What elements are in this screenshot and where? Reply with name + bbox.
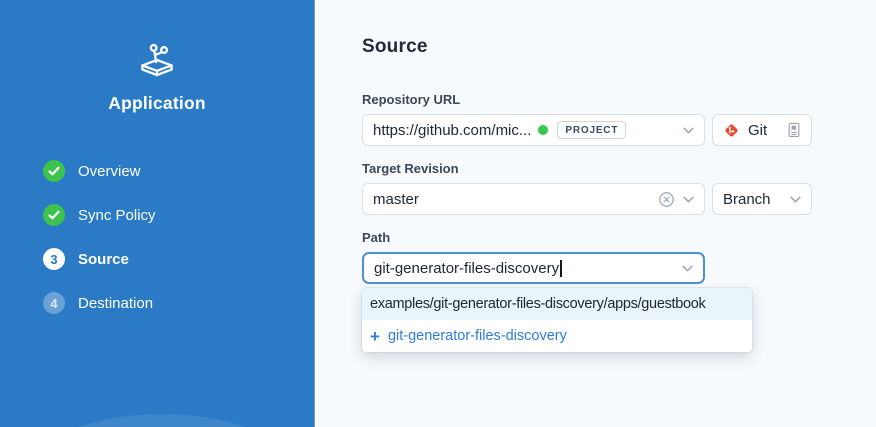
step-number-badge: 3 <box>43 248 65 270</box>
wizard-steps: Overview Sync Policy 3 Source 4 Destinat… <box>0 160 314 314</box>
step-label: Overview <box>78 163 141 180</box>
wizard-sidebar: Application Overview Sync Policy 3 Sourc… <box>0 0 315 427</box>
path-suggestion-item[interactable]: examples/git-generator-files-discovery/a… <box>362 288 752 320</box>
chevron-down-icon <box>790 196 801 203</box>
step-number-badge: 4 <box>43 292 65 314</box>
source-panel: Source Repository URL https://github.com… <box>316 0 876 427</box>
chevron-down-icon[interactable] <box>683 196 694 203</box>
repository-url-label: Repository URL <box>362 92 876 108</box>
path-autocomplete-dropdown: examples/git-generator-files-discovery/a… <box>362 288 752 352</box>
path-create-label: git-generator-files-discovery <box>388 328 567 344</box>
target-revision-group: Target Revision master Branch <box>362 161 876 215</box>
document-form-icon <box>787 122 801 138</box>
target-revision-value: master <box>373 191 419 208</box>
decorative-circle <box>22 414 302 427</box>
check-icon <box>43 160 65 182</box>
step-source[interactable]: 3 Source <box>0 248 314 270</box>
plus-icon: + <box>370 328 380 345</box>
path-label: Path <box>362 230 876 246</box>
check-icon <box>43 204 65 226</box>
text-cursor <box>560 260 562 277</box>
repository-url-input[interactable]: https://github.com/mic... PROJECT <box>362 114 705 146</box>
path-input[interactable]: git-generator-files-discovery <box>362 252 705 284</box>
path-create-item[interactable]: + git-generator-files-discovery <box>362 320 752 352</box>
sidebar-title: Application <box>0 93 314 114</box>
clear-icon[interactable] <box>658 191 675 208</box>
repo-type-select[interactable]: Git <box>712 114 812 146</box>
path-group: Path git-generator-files-discovery examp… <box>362 230 876 284</box>
step-destination[interactable]: 4 Destination <box>0 292 314 314</box>
application-box-git-branch-icon <box>137 40 177 80</box>
chevron-down-icon[interactable] <box>682 265 693 272</box>
step-overview[interactable]: Overview <box>0 160 314 182</box>
path-value: git-generator-files-discovery <box>374 260 559 277</box>
git-logo-icon <box>723 122 740 139</box>
repository-url-group: Repository URL https://github.com/mic...… <box>362 92 876 146</box>
target-revision-label: Target Revision <box>362 161 876 177</box>
repository-url-value: https://github.com/mic... <box>373 122 531 139</box>
step-label: Sync Policy <box>78 207 156 224</box>
step-label: Source <box>78 251 129 268</box>
revision-type-value: Branch <box>723 191 771 208</box>
step-label: Destination <box>78 295 153 312</box>
project-badge: PROJECT <box>557 121 626 139</box>
path-suggestion-label: examples/git-generator-files-discovery/a… <box>370 296 706 312</box>
chevron-down-icon[interactable] <box>683 127 694 134</box>
step-sync-policy[interactable]: Sync Policy <box>0 204 314 226</box>
repo-type-value: Git <box>748 122 767 139</box>
repo-connected-dot-icon <box>538 125 548 135</box>
page-title: Source <box>362 35 876 58</box>
target-revision-input[interactable]: master <box>362 183 705 215</box>
revision-type-select[interactable]: Branch <box>712 183 812 215</box>
